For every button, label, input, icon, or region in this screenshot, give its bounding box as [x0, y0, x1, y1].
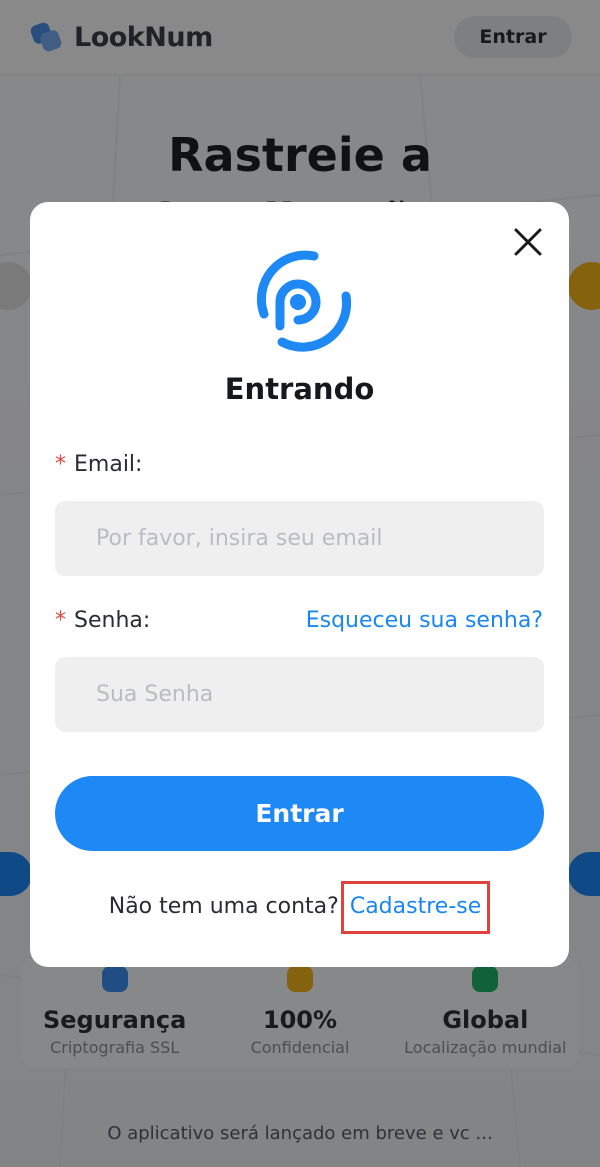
email-input[interactable]	[55, 501, 544, 576]
login-submit-button[interactable]: Entrar	[55, 776, 544, 851]
signup-link[interactable]: Cadastre-se	[340, 881, 491, 934]
close-modal-button[interactable]	[510, 224, 546, 260]
forgot-password-link[interactable]: Esqueceu sua senha?	[306, 608, 543, 633]
login-modal: Entrando * Email: * Senha: Esqueceu sua se…	[30, 202, 569, 967]
password-label-text: Senha:	[74, 608, 151, 633]
password-label: * Senha:	[55, 608, 150, 633]
close-icon	[514, 228, 542, 256]
required-asterisk: *	[55, 608, 66, 633]
modal-title: Entrando	[224, 372, 375, 406]
password-input[interactable]	[55, 657, 544, 732]
required-asterisk: *	[55, 452, 66, 477]
signup-prompt: Não tem uma conta?	[108, 894, 339, 919]
email-label-text: Email:	[74, 452, 143, 477]
email-label: * Email:	[55, 452, 142, 477]
signup-row: Não tem uma conta? Cadastre-se	[30, 881, 569, 934]
looknum-brand-icon	[256, 250, 352, 352]
